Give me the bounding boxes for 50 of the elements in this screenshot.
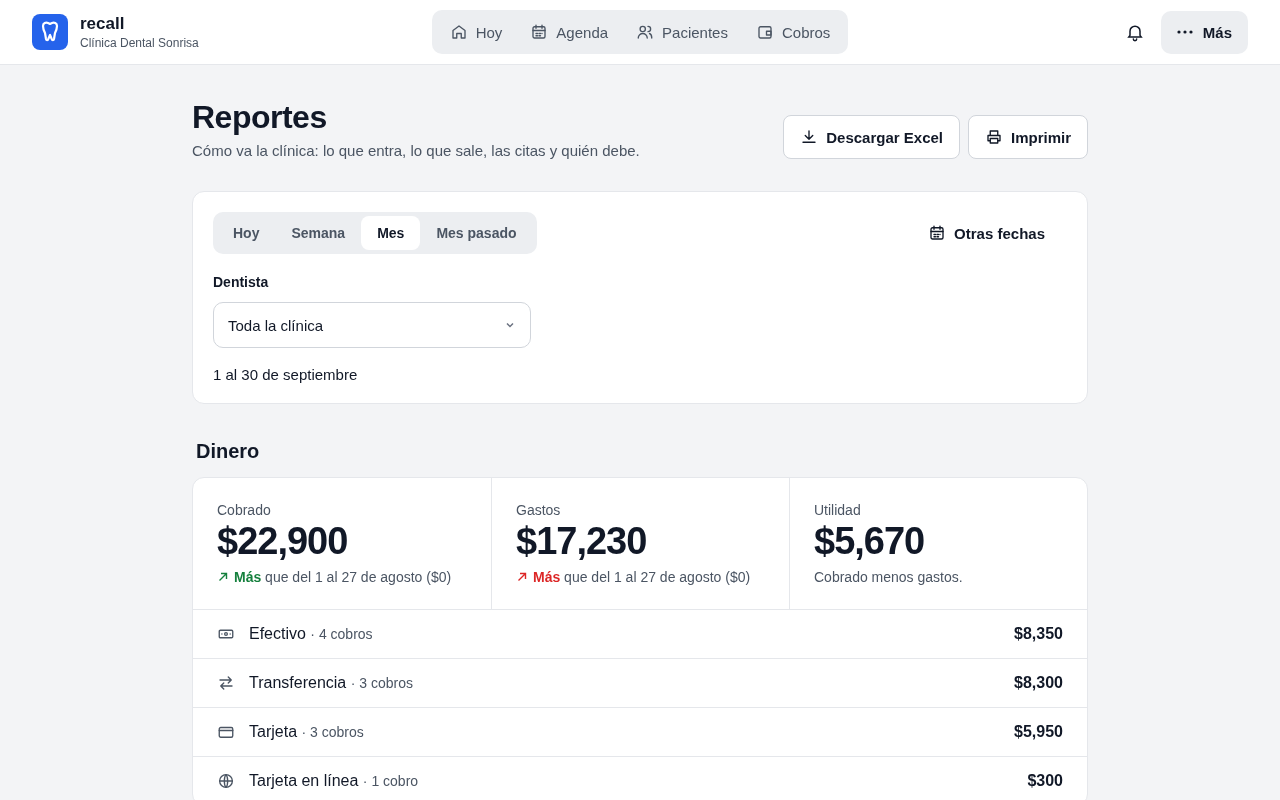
arrows-icon (217, 674, 235, 692)
arrow-up-right-icon (516, 571, 528, 583)
dentist-label: Dentista (213, 274, 269, 290)
date-range: 1 al 30 de septiembre (213, 366, 358, 383)
payment-method: Transferencia · 3 cobros (249, 674, 414, 692)
stat-value: $5,670 (814, 520, 926, 563)
stat-value: $22,900 (217, 520, 349, 563)
stat-label: Cobrado (217, 502, 272, 518)
home-icon (449, 23, 468, 41)
nav-tab[interactable]: Agenda (518, 15, 621, 49)
page-subtitle: Cómo va la clínica: lo que entra, lo que sale, las citas y quién debe. (192, 142, 640, 159)
clinic-name: Clínica Dental Sonrisa (80, 36, 199, 50)
trend-text: Más que del 1 al 27 de agosto ($0) (533, 569, 751, 585)
method-amount: $5,950 (1014, 723, 1063, 741)
wallet-icon (755, 23, 774, 41)
other-dates-button[interactable]: Otras fechas (922, 223, 1051, 243)
calendar-icon (530, 23, 549, 41)
nav-tab[interactable]: Cobros (743, 15, 843, 49)
page-title: Reportes (192, 99, 328, 136)
nav-tab[interactable]: Hoy (437, 15, 515, 49)
users-icon (636, 23, 655, 41)
payment-method: Tarjeta · 3 cobros (249, 723, 365, 741)
period-tab[interactable]: Hoy (217, 216, 276, 250)
period-tab[interactable]: Semana (275, 216, 362, 250)
dentist-dropdown[interactable]: Toda la clínica (213, 302, 531, 348)
method-amount: $8,350 (1014, 625, 1063, 643)
stat-label: Gastos (516, 502, 562, 518)
printer-icon (985, 128, 1003, 146)
stat-note: Cobrado menos gastos. (814, 569, 964, 585)
method-amount: $8,300 (1014, 674, 1063, 692)
action-button[interactable]: Imprimir (968, 115, 1088, 159)
app-name: recall (80, 14, 126, 34)
calendar-icon (928, 224, 947, 242)
period-tab[interactable]: Mes (361, 216, 421, 250)
payment-method: Efectivo · 4 cobros (249, 625, 374, 643)
trend-text: Más que del 1 al 27 de agosto ($0) (234, 569, 452, 585)
action-button[interactable]: Descargar Excel (783, 115, 960, 159)
download-icon (800, 128, 819, 146)
stat-label: Utilidad (814, 502, 862, 518)
section-title: Dinero (196, 440, 261, 463)
globe-icon (217, 772, 235, 790)
stat-value: $17,230 (516, 520, 648, 563)
arrow-up-right-icon (217, 571, 229, 583)
tooth-logo-icon (32, 14, 68, 50)
more-button[interactable]: Más (1160, 10, 1248, 54)
period-tab[interactable]: Mes pasado (420, 216, 533, 250)
nav-tab[interactable]: Pacientes (624, 15, 740, 49)
ellipsis-icon (1176, 30, 1193, 34)
method-amount: $300 (1027, 772, 1063, 790)
payment-method: Tarjeta en línea · 1 cobro (249, 772, 420, 790)
